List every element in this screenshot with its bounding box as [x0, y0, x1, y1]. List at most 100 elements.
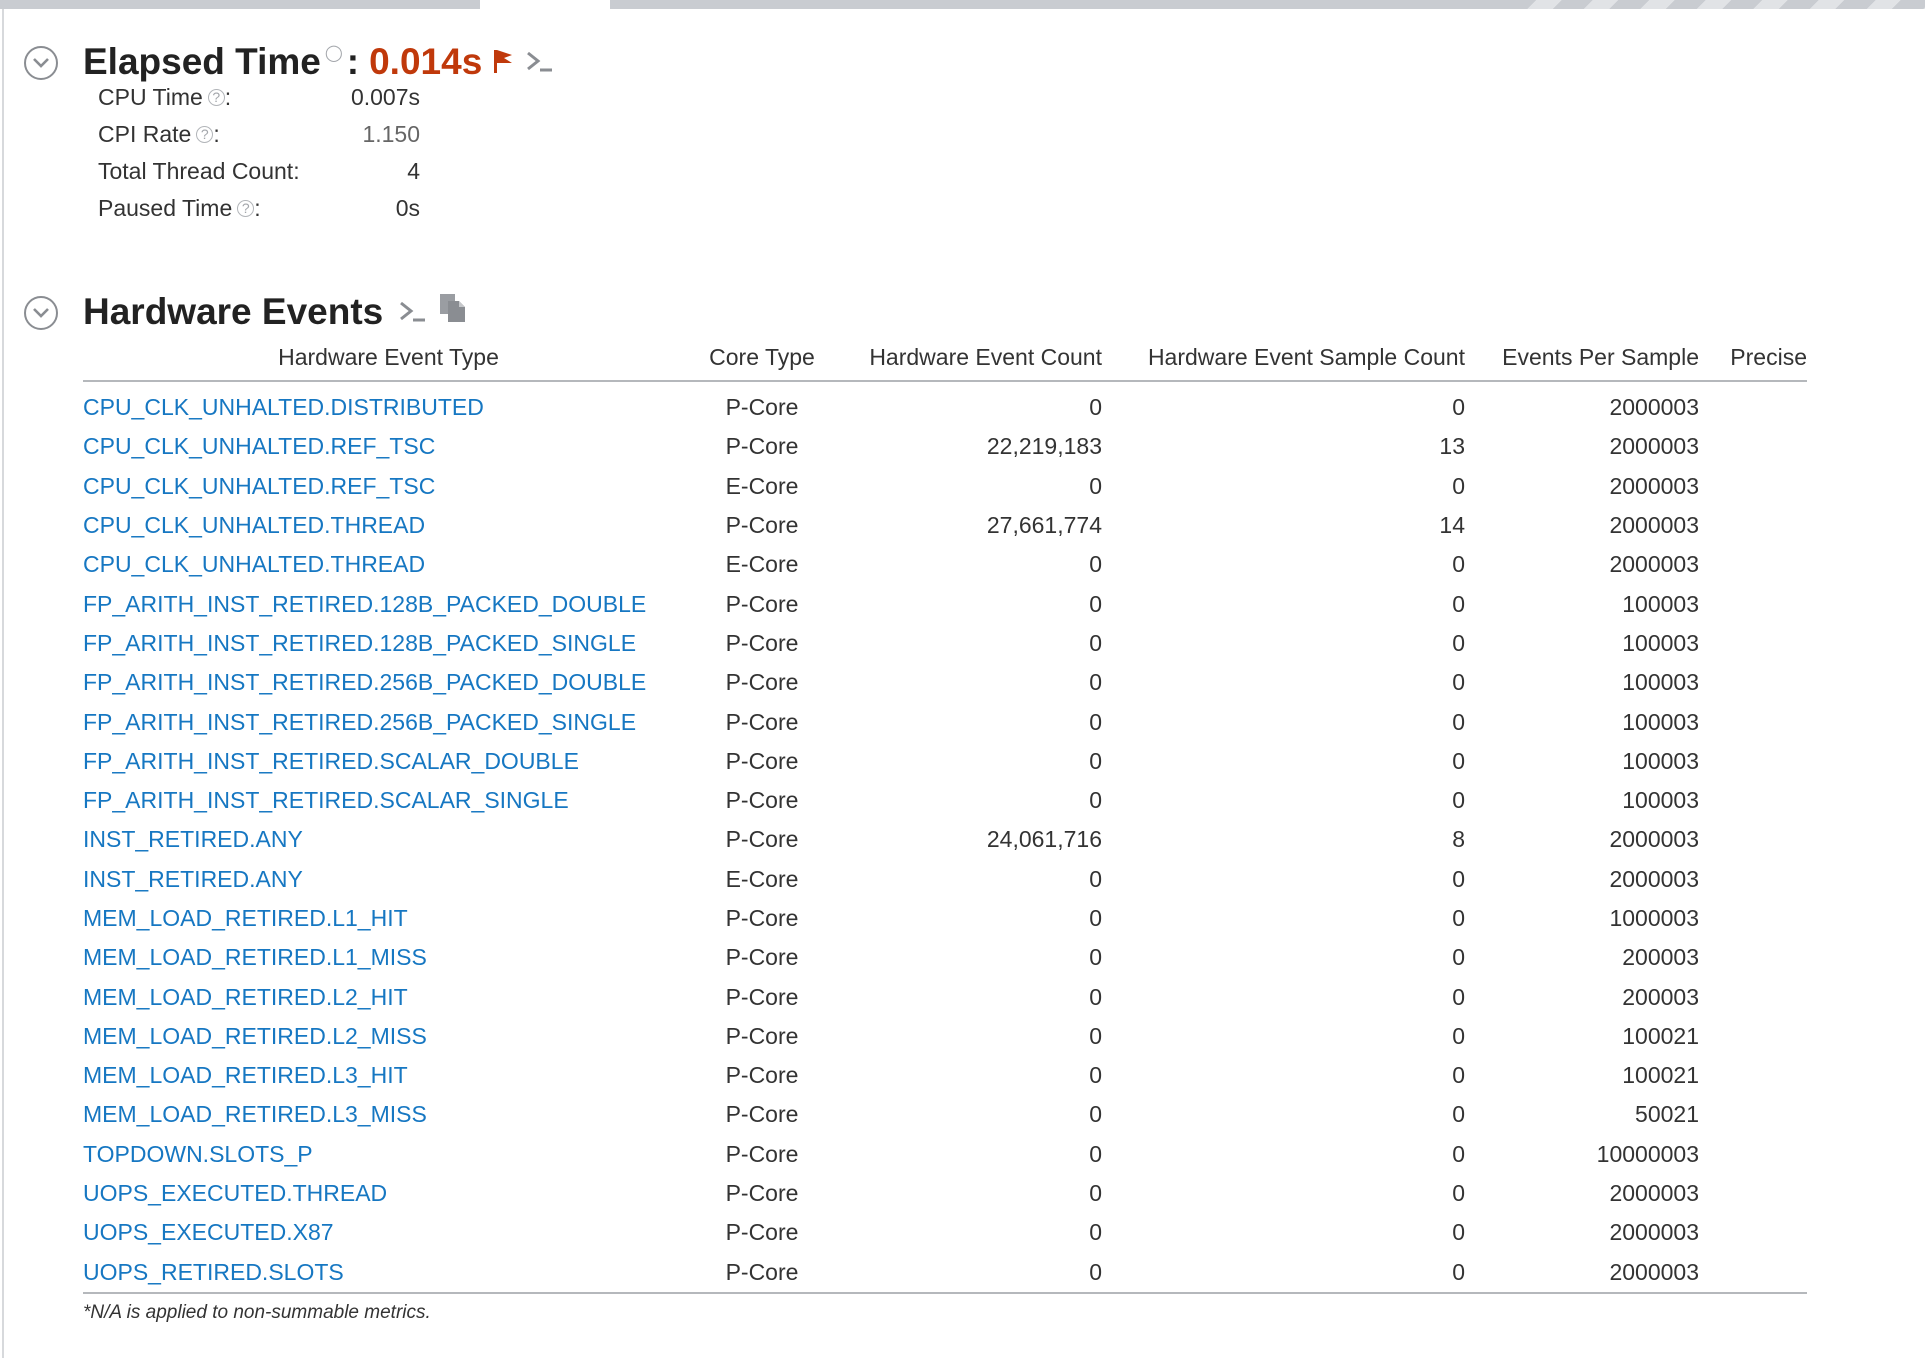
event-type-link[interactable]: MEM_LOAD_RETIRED.L1_HIT: [83, 899, 694, 938]
table-row[interactable]: UOPS_EXECUTED.THREAD P-Core 0 0 2000003: [83, 1174, 1807, 1213]
sample-count-cell: 0: [1452, 1258, 1465, 1285]
event-type-link[interactable]: INST_RETIRED.ANY: [83, 860, 694, 899]
column-header-events-per-sample[interactable]: Events Per Sample: [1465, 342, 1699, 382]
core-type-cell: P-Core: [725, 590, 799, 617]
table-header-row: Hardware Event Type Core Type Hardware E…: [83, 342, 1807, 382]
event-type-link[interactable]: FP_ARITH_INST_RETIRED.SCALAR_SINGLE: [83, 781, 694, 820]
events-per-sample-cell: 100003: [1622, 708, 1699, 735]
event-count-cell: 0: [1089, 472, 1102, 499]
sample-count-cell: 0: [1452, 1180, 1465, 1207]
table-row[interactable]: FP_ARITH_INST_RETIRED.128B_PACKED_DOUBLE…: [83, 584, 1807, 623]
event-count-cell: 0: [1089, 394, 1102, 421]
event-type-link[interactable]: MEM_LOAD_RETIRED.L2_HIT: [83, 977, 694, 1016]
precise-cell: [1699, 1213, 1807, 1252]
table-row[interactable]: CPU_CLK_UNHALTED.REF_TSC E-Core 0 0 2000003: [83, 467, 1807, 506]
precise-cell: [1699, 742, 1807, 781]
sample-count-cell: 0: [1452, 1219, 1465, 1246]
event-type-link[interactable]: FP_ARITH_INST_RETIRED.128B_PACKED_SINGLE: [83, 624, 694, 663]
column-header-event-type[interactable]: Hardware Event Type: [83, 342, 694, 382]
help-icon[interactable]: ◯: [325, 43, 343, 63]
event-type-link[interactable]: INST_RETIRED.ANY: [83, 820, 694, 859]
event-type-link[interactable]: UOPS_RETIRED.SLOTS: [83, 1253, 694, 1293]
help-icon[interactable]: ?: [207, 89, 225, 106]
event-type-link[interactable]: MEM_LOAD_RETIRED.L3_HIT: [83, 1056, 694, 1095]
table-row[interactable]: UOPS_EXECUTED.X87 P-Core 0 0 2000003: [83, 1213, 1807, 1252]
sample-count-cell: 0: [1452, 1101, 1465, 1128]
help-icon[interactable]: ?: [196, 126, 214, 143]
table-row[interactable]: FP_ARITH_INST_RETIRED.SCALAR_SINGLE P-Cor…: [83, 781, 1807, 820]
event-type-link[interactable]: CPU_CLK_UNHALTED.THREAD: [83, 545, 694, 584]
core-type-cell: P-Core: [725, 1062, 799, 1089]
event-count-cell: 0: [1089, 983, 1102, 1010]
collapse-chevron-icon[interactable]: [24, 46, 58, 80]
core-type-cell: P-Core: [725, 826, 799, 853]
event-count-cell: 0: [1089, 1180, 1102, 1207]
table-row[interactable]: TOPDOWN.SLOTS_P P-Core 0 0 10000003: [83, 1135, 1807, 1174]
copy-icon[interactable]: [437, 291, 467, 333]
table-row[interactable]: MEM_LOAD_RETIRED.L3_MISS P-Core 0 0 50021: [83, 1095, 1807, 1134]
metric-value: 0.007s: [350, 84, 420, 110]
event-type-link[interactable]: CPU_CLK_UNHALTED.REF_TSC: [83, 467, 694, 506]
active-tab[interactable]: [480, 0, 610, 9]
terminal-icon[interactable]: [524, 41, 554, 83]
table-row[interactable]: INST_RETIRED.ANY E-Core 0 0 2000003: [83, 860, 1807, 899]
table-row[interactable]: MEM_LOAD_RETIRED.L1_HIT P-Core 0 0 1000003: [83, 899, 1807, 938]
events-per-sample-cell: 100003: [1622, 590, 1699, 617]
event-type-link[interactable]: UOPS_EXECUTED.THREAD: [83, 1174, 694, 1213]
tab-strip-pattern: [1505, 0, 1925, 9]
table-row[interactable]: FP_ARITH_INST_RETIRED.SCALAR_DOUBLE P-Cor…: [83, 742, 1807, 781]
precise-cell: [1699, 663, 1807, 702]
core-type-cell: P-Core: [725, 669, 799, 696]
hardware-events-table: Hardware Event Type Core Type Hardware E…: [83, 342, 1807, 1300]
sample-count-cell: 0: [1452, 590, 1465, 617]
table-row[interactable]: CPU_CLK_UNHALTED.REF_TSC P-Core 22,219,183…: [83, 427, 1807, 466]
events-per-sample-cell: 2000003: [1609, 472, 1699, 499]
table-row[interactable]: MEM_LOAD_RETIRED.L2_HIT P-Core 0 0 200003: [83, 977, 1807, 1016]
table-row[interactable]: CPU_CLK_UNHALTED.DISTRIBUTED P-Core 0 0 2000…: [83, 381, 1807, 427]
event-type-link[interactable]: CPU_CLK_UNHALTED.DISTRIBUTED: [83, 381, 694, 427]
table-row[interactable]: MEM_LOAD_RETIRED.L1_MISS P-Core 0 0 200003: [83, 938, 1807, 977]
table-row[interactable]: INST_RETIRED.ANY P-Core 24,061,716 8 2000003: [83, 820, 1807, 859]
core-type-cell: P-Core: [725, 433, 799, 460]
metric-label: Total Thread Count:: [98, 158, 300, 184]
column-header-precise[interactable]: Precise: [1699, 342, 1807, 382]
event-type-link[interactable]: FP_ARITH_INST_RETIRED.128B_PACKED_DOUBLE: [83, 584, 694, 623]
collapse-chevron-icon[interactable]: [24, 296, 58, 330]
table-row[interactable]: UOPS_RETIRED.SLOTS P-Core 0 0 2000003: [83, 1253, 1807, 1293]
table-row[interactable]: FP_ARITH_INST_RETIRED.128B_PACKED_SINGLE…: [83, 624, 1807, 663]
column-header-core-type[interactable]: Core Type: [694, 342, 830, 382]
events-per-sample-cell: 2000003: [1609, 826, 1699, 853]
event-type-link[interactable]: UOPS_EXECUTED.X87: [83, 1213, 694, 1252]
sample-count-cell: 0: [1452, 983, 1465, 1010]
precise-cell: [1699, 1253, 1807, 1293]
help-icon[interactable]: ?: [237, 200, 255, 217]
event-type-link[interactable]: MEM_LOAD_RETIRED.L3_MISS: [83, 1095, 694, 1134]
elapsed-colon: :: [346, 41, 360, 82]
sample-count-cell: 8: [1452, 826, 1465, 853]
core-type-cell: P-Core: [725, 1101, 799, 1128]
event-type-link[interactable]: CPU_CLK_UNHALTED.REF_TSC: [83, 427, 694, 466]
table-row[interactable]: CPU_CLK_UNHALTED.THREAD P-Core 27,661,774 1…: [83, 506, 1807, 545]
table-row[interactable]: FP_ARITH_INST_RETIRED.256B_PACKED_DOUBLE…: [83, 663, 1807, 702]
event-type-link[interactable]: FP_ARITH_INST_RETIRED.SCALAR_DOUBLE: [83, 742, 694, 781]
sample-count-cell: 0: [1452, 1140, 1465, 1167]
column-header-sample-count[interactable]: Hardware Event Sample Count: [1102, 342, 1465, 382]
metric-label: Paused Time?:: [98, 195, 261, 221]
event-count-cell: 0: [1089, 905, 1102, 931]
terminal-icon[interactable]: [397, 291, 427, 333]
event-type-link[interactable]: MEM_LOAD_RETIRED.L1_MISS: [83, 938, 694, 977]
column-header-event-count[interactable]: Hardware Event Count: [830, 342, 1102, 382]
metric-label: CPI Rate?:: [98, 121, 220, 147]
table-row[interactable]: MEM_LOAD_RETIRED.L3_HIT P-Core 0 0 100021: [83, 1056, 1807, 1095]
event-type-link[interactable]: TOPDOWN.SLOTS_P: [83, 1135, 694, 1174]
event-type-link[interactable]: CPU_CLK_UNHALTED.THREAD: [83, 506, 694, 545]
event-type-link[interactable]: FP_ARITH_INST_RETIRED.256B_PACKED_SINGLE: [83, 702, 694, 741]
event-type-link[interactable]: MEM_LOAD_RETIRED.L2_MISS: [83, 1017, 694, 1056]
table-row[interactable]: MEM_LOAD_RETIRED.L2_MISS P-Core 0 0 100021: [83, 1017, 1807, 1056]
precise-cell: [1699, 624, 1807, 663]
events-per-sample-cell: 2000003: [1609, 551, 1699, 578]
table-row[interactable]: CPU_CLK_UNHALTED.THREAD E-Core 0 0 2000003: [83, 545, 1807, 584]
event-type-link[interactable]: FP_ARITH_INST_RETIRED.256B_PACKED_DOUBLE: [83, 663, 694, 702]
table-row[interactable]: FP_ARITH_INST_RETIRED.256B_PACKED_SINGLE…: [83, 702, 1807, 741]
precise-cell: [1699, 1056, 1807, 1095]
